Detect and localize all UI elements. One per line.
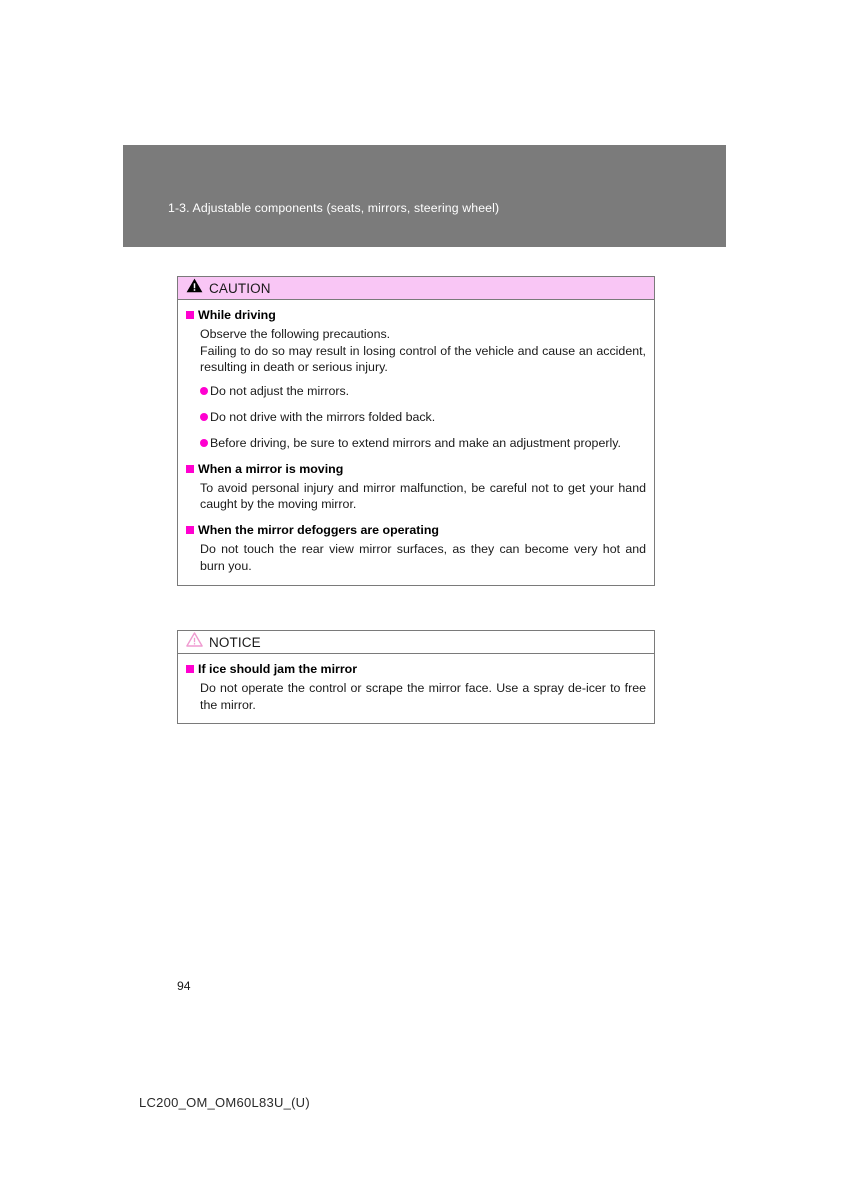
document-code: LC200_OM_OM60L83U_(U): [139, 1095, 310, 1110]
list-item: Do not adjust the mirrors.: [200, 383, 646, 400]
square-bullet-icon: [186, 464, 194, 473]
caution-section-heading-row: When the mirror defoggers are operating: [186, 522, 646, 539]
warning-triangle-outline-icon: [186, 632, 203, 652]
caution-section-mirror-moving: When a mirror is moving To avoid persona…: [186, 461, 646, 513]
section-header-band: 1-3. Adjustable components (seats, mirro…: [123, 145, 726, 247]
caution-bullet-list: Do not adjust the mirrors. Do not drive …: [186, 383, 646, 452]
caution-box-title: CAUTION: [209, 280, 271, 296]
section-header-title: 1-3. Adjustable components (seats, mirro…: [168, 201, 500, 215]
page-number: 94: [177, 979, 191, 993]
caution-box-header: CAUTION: [178, 277, 654, 300]
caution-paragraph: Observe the following precautions.: [200, 326, 391, 341]
caution-paragraph: Do not touch the rear view mirror surfac…: [200, 542, 646, 573]
caution-section-heading: While driving: [198, 308, 276, 322]
caution-bullet-text: Do not drive with the mirrors folded bac…: [210, 410, 436, 425]
caution-section-heading: When the mirror defoggers are operating: [198, 523, 439, 538]
caution-section-heading-row: While driving: [186, 307, 646, 324]
square-bullet-icon: [186, 665, 194, 673]
notice-box: NOTICE If ice should jam the mirror Do n…: [177, 630, 655, 725]
caution-box: CAUTION While driving Observe the follow…: [177, 276, 655, 586]
list-item: Do not drive with the mirrors folded bac…: [200, 409, 646, 426]
caution-paragraph: Failing to do so may result in losing co…: [200, 343, 646, 375]
round-bullet-icon: [200, 413, 208, 422]
notice-box-header: NOTICE: [178, 631, 654, 654]
round-bullet-icon: [200, 439, 208, 448]
notice-box-title: NOTICE: [209, 634, 261, 650]
notice-section-heading-row: If ice should jam the mirror: [186, 661, 646, 678]
caution-section-heading: When a mirror is moving: [198, 461, 344, 476]
caution-bullet-text: Before driving, be sure to extend mirror…: [210, 436, 621, 451]
square-bullet-icon: [186, 526, 194, 535]
notice-section-heading: If ice should jam the mirror: [198, 662, 358, 676]
caution-section-heading-row: When a mirror is moving: [186, 461, 646, 478]
notice-paragraph: Do not operate the control or scrape the…: [200, 680, 646, 712]
caution-section-mirror-defoggers: When the mirror defoggers are operating …: [186, 522, 646, 574]
warning-triangle-filled-icon: [186, 278, 203, 298]
list-item: Before driving, be sure to extend mirror…: [200, 435, 646, 452]
notice-section-ice-jam: If ice should jam the mirror Do not oper…: [186, 661, 646, 713]
notice-box-body: If ice should jam the mirror Do not oper…: [178, 654, 654, 723]
caution-bullet-text: Do not adjust the mirrors.: [210, 384, 350, 399]
round-bullet-icon: [200, 387, 208, 396]
caution-box-body: While driving Observe the following prec…: [178, 300, 654, 585]
square-bullet-icon: [186, 311, 194, 319]
caution-paragraph: To avoid personal injury and mirror malf…: [200, 480, 646, 512]
caution-section-while-driving: While driving Observe the following prec…: [186, 307, 646, 452]
